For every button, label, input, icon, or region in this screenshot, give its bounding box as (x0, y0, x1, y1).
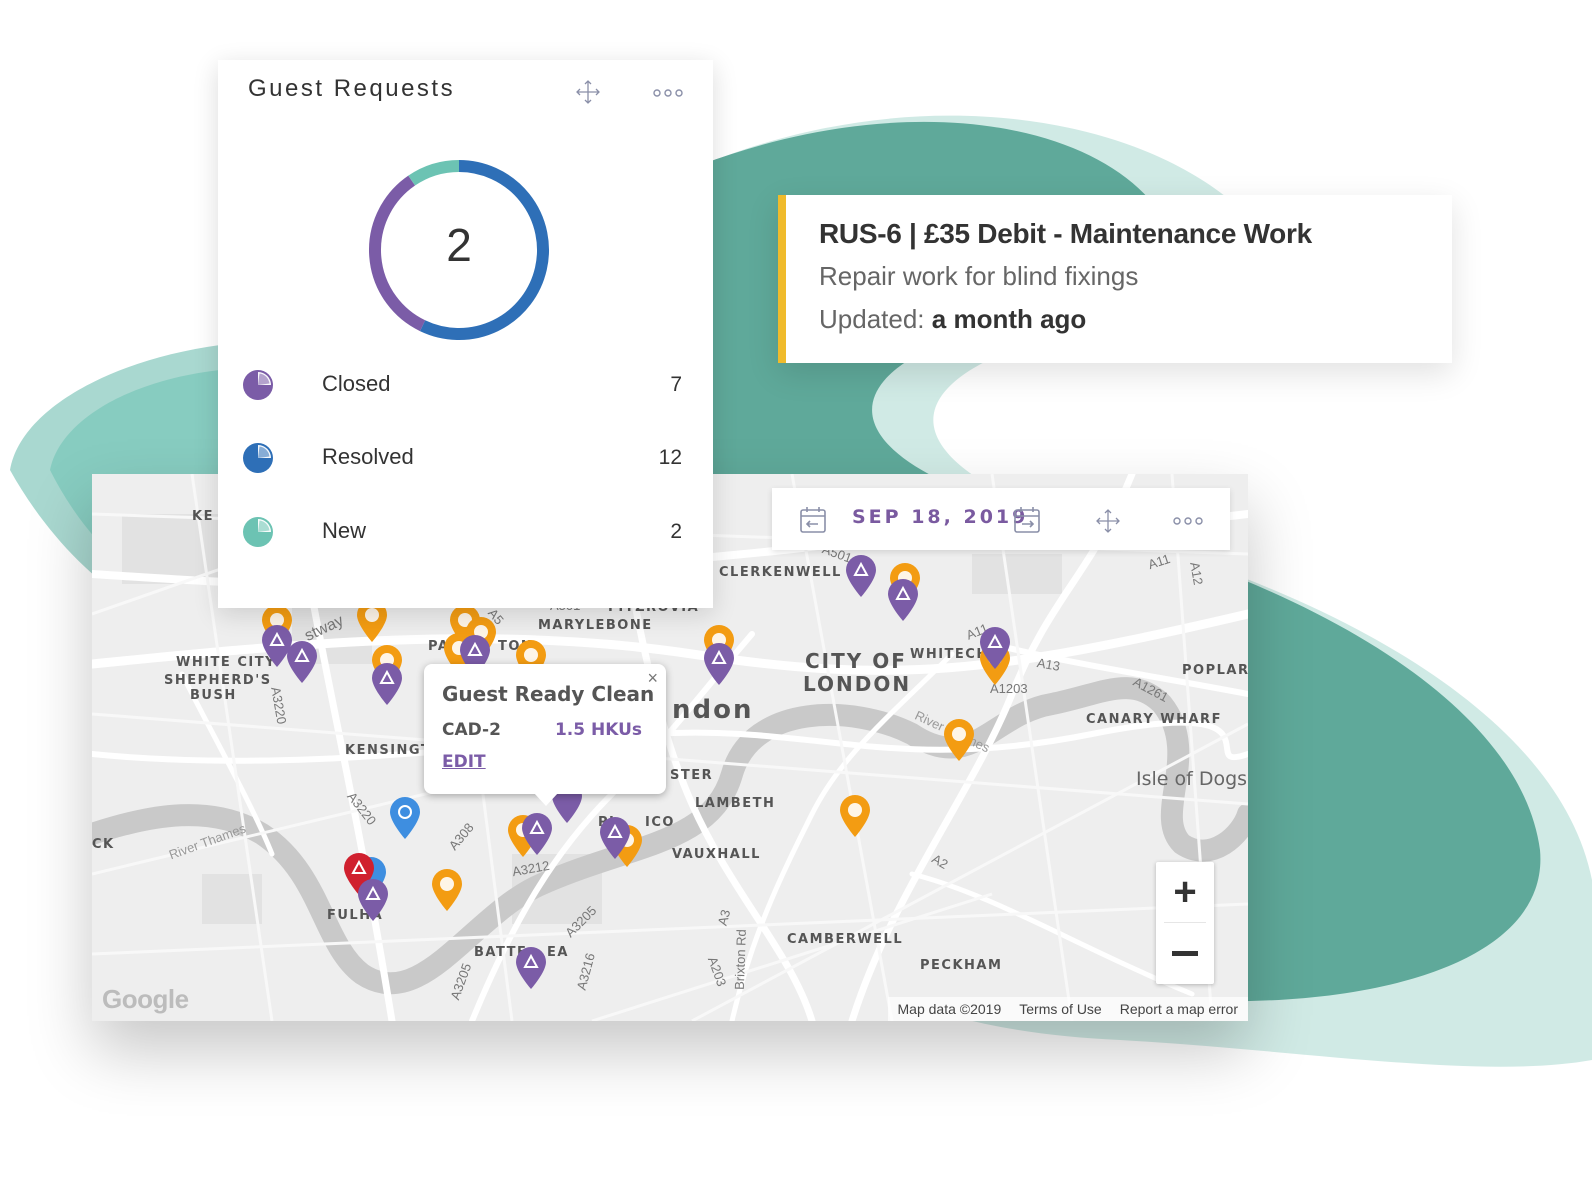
map-pin-orange[interactable] (838, 794, 872, 838)
report-map-error-link[interactable]: Report a map error (1120, 1001, 1238, 1017)
legend-value: 2 (670, 520, 682, 543)
legend-row-resolved[interactable]: Resolved 12 (242, 438, 682, 478)
previous-day-icon[interactable] (798, 505, 828, 540)
move-icon[interactable] (1094, 507, 1122, 540)
map-pin-purple[interactable] (514, 946, 548, 990)
map-pin-purple[interactable] (598, 816, 632, 860)
map-label-isle-of-dogs: Isle of Dogs (1136, 768, 1248, 790)
legend-row-new[interactable]: New 2 (242, 512, 682, 552)
info-window-title: Guest Ready Clean (442, 682, 655, 706)
info-window-amount: 1.5 HKUs (554, 720, 642, 740)
minus-icon (1172, 950, 1198, 956)
map-pin-purple[interactable] (370, 662, 404, 706)
ticket-description: Repair work for blind fixings (819, 261, 1139, 291)
legend-value: 7 (670, 373, 682, 396)
map-label-kensington-partial: KE (192, 509, 214, 524)
next-day-icon[interactable] (1012, 505, 1042, 540)
map-label-minster-partial: STER (670, 768, 714, 783)
legend-row-closed[interactable]: Closed 7 (242, 365, 682, 405)
pie-icon (243, 370, 273, 400)
map-pin-purple[interactable] (285, 640, 319, 684)
map-label-clerkenwell: CLERKENWELL (719, 565, 842, 580)
google-logo: Google (102, 984, 189, 1014)
map-label-shepherds-bush-2: BUSH (190, 688, 237, 703)
more-icon[interactable] (652, 86, 684, 104)
map-label-poplar: POPLAR (1182, 663, 1248, 678)
map-label-lambeth: LAMBETH (695, 796, 776, 811)
map-label-canary-wharf: CANARY WHARF (1086, 712, 1222, 727)
map-label-battersea-b: EA (547, 945, 569, 960)
pie-icon (243, 517, 273, 547)
map-pin-purple[interactable] (886, 578, 920, 622)
info-window-code: CAD-2 (442, 720, 501, 740)
zoom-in-button[interactable]: + (1156, 862, 1214, 922)
map-label-city-of: CITY OF (805, 649, 907, 673)
map-pin-orange[interactable] (430, 868, 464, 912)
terms-of-use-link[interactable]: Terms of Use (1019, 1001, 1101, 1017)
info-window-edit-link[interactable]: EDIT (442, 752, 486, 772)
map-pin-purple[interactable] (702, 642, 736, 686)
donut-segment-new (408, 160, 460, 186)
date-toolbar: SEP 18, 2019 (772, 488, 1230, 550)
guest-requests-card: Guest Requests 2 Closed 7 Resolved 12 New 2 (218, 60, 713, 608)
pie-icon (243, 443, 273, 473)
map-label-peckham: PECKHAM (920, 958, 1003, 973)
current-date[interactable]: SEP 18, 2019 (852, 506, 1028, 528)
map-label-shepherds-bush-1: SHEPHERD'S (164, 673, 272, 688)
updated-label: Updated: (819, 304, 925, 334)
map-pin-purple-selected[interactable] (520, 812, 554, 856)
ticket-card[interactable]: RUS-6 | £35 Debit - Maintenance Work Rep… (778, 195, 1452, 363)
updated-value: a month ago (931, 304, 1087, 334)
map-pin-orange[interactable] (942, 718, 976, 762)
zoom-control: + (1156, 862, 1214, 984)
more-icon[interactable] (1172, 514, 1204, 532)
map-label-ck-partial: CK (92, 837, 115, 852)
map-attribution: Map data ©2019 Terms of Use Report a map… (887, 997, 1248, 1021)
map-label-kensington: KENSINGT (345, 743, 432, 758)
legend-value: 12 (658, 446, 682, 469)
map-label-marylebone: MARYLEBONE (538, 618, 653, 633)
map-label-london: LONDON (803, 672, 912, 696)
map-pin-blue[interactable] (388, 796, 422, 840)
map-info-window: × Guest Ready Clean CAD-2 1.5 HKUs EDIT (424, 664, 666, 806)
map-label-london-partial: ndon (672, 695, 754, 725)
ticket-title: RUS-6 | £35 Debit - Maintenance Work (819, 218, 1312, 249)
legend-label: Closed (322, 371, 391, 396)
legend-label: Resolved (322, 444, 414, 469)
map-label-vauxhall: VAUXHALL (672, 847, 761, 862)
road-label: Brixton Rd (731, 928, 749, 991)
map-pin-purple[interactable] (356, 878, 390, 922)
map-label-camberwell: CAMBERWELL (787, 932, 904, 947)
plus-icon: + (1173, 870, 1197, 914)
legend-label: New (322, 518, 367, 543)
map-pin-purple[interactable] (978, 626, 1012, 670)
map-data-text: Map data ©2019 (897, 1001, 1002, 1017)
card-title: Guest Requests (248, 75, 456, 102)
ticket-updated: Updated: a month ago (819, 304, 1086, 335)
zoom-out-button[interactable] (1156, 923, 1214, 983)
map-pin-purple[interactable] (844, 554, 878, 598)
map-label-pimlico-b: ICO (645, 815, 675, 830)
move-icon[interactable] (574, 78, 602, 111)
donut-center-value: 2 (446, 219, 472, 271)
